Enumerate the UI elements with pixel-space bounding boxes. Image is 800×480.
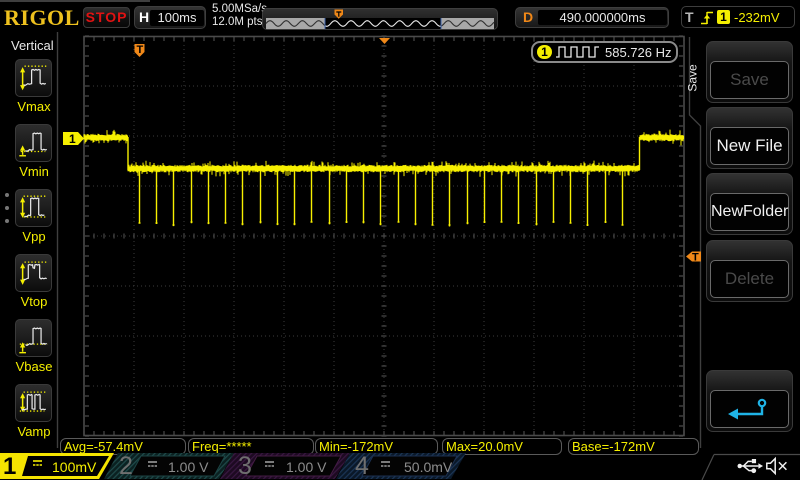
svg-text:1: 1	[69, 132, 76, 146]
svg-text:T: T	[692, 252, 699, 264]
svg-text:T: T	[137, 44, 144, 56]
